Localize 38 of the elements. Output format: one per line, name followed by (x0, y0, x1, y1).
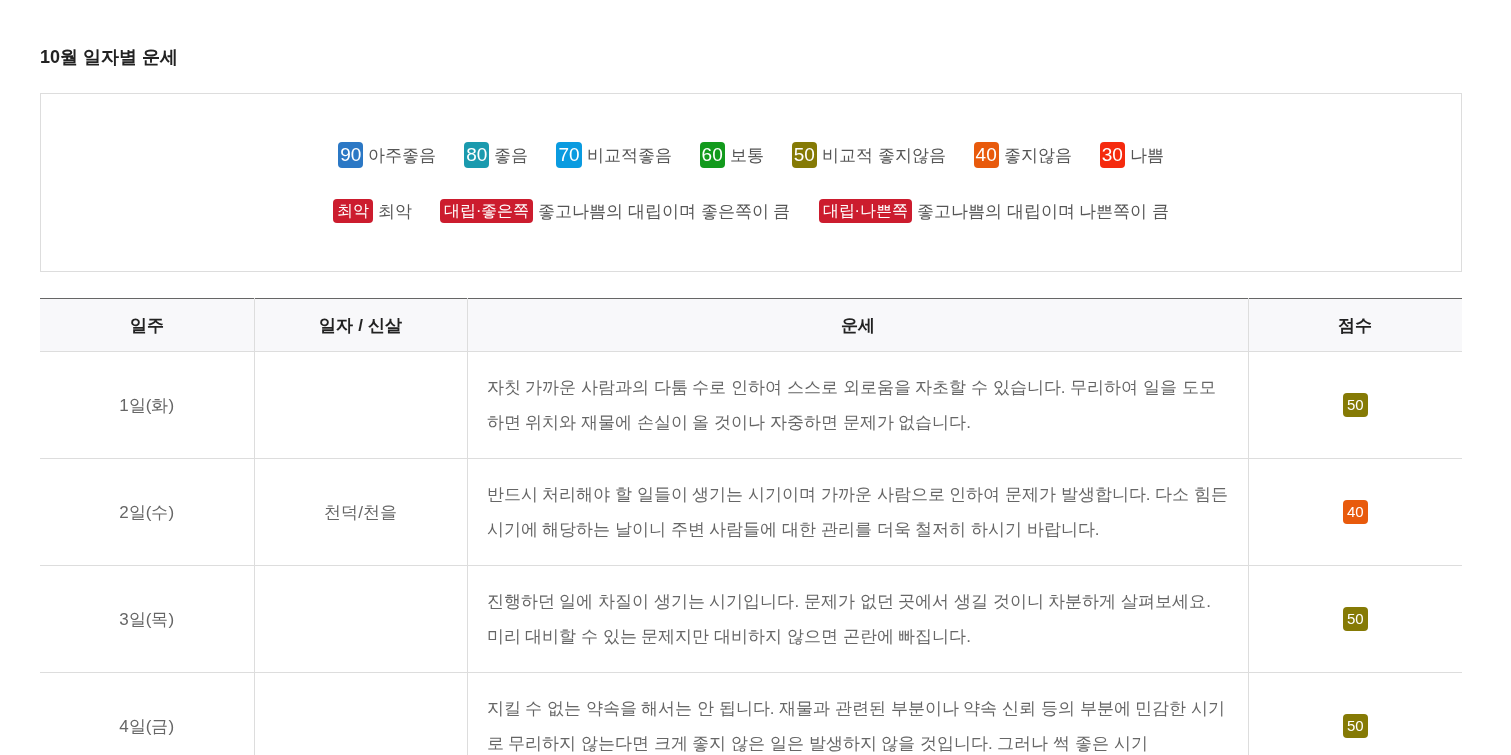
legend-label: 좋음 (494, 144, 529, 167)
legend-label: 보통 (729, 144, 764, 167)
table-cell: 반드시 처리해야 할 일들이 생기는 시기이며 가까운 사람으로 인하여 문제가 발생합니다. 다소 힘든 시기에 해당하는 날이니 주변 사람들에 대한 관리를 더욱 철저히 하시기 바랍니다. (467, 458, 1248, 566)
score-badge: 90 (338, 142, 364, 168)
legend-label: 좋고나쁨의 대립이며 나쁜쪽이 큼 (916, 200, 1169, 223)
table-cell: 천덕/천을 (254, 458, 467, 566)
score-badge: 80 (464, 142, 490, 168)
table-cell: 2일(수) (40, 458, 254, 566)
table-cell: 자칫 가까운 사람과의 다툼 수로 인하여 스스로 외로움을 자초할 수 있습니다. 무리하여 일을 도모하면 위치와 재물에 손실이 올 것이나 자중하면 문제가 없습니다. (467, 351, 1248, 459)
section-title: 10월 일자별 운세 (40, 46, 180, 69)
legend-label: 좋지않음 (1003, 144, 1072, 167)
column-header: 점수 (1248, 298, 1462, 352)
legend-label: 아주좋음 (368, 144, 437, 167)
legend-label: 좋고나쁨의 대립이며 좋은쪽이 큼 (538, 200, 791, 223)
score-badge: 30 (1099, 142, 1125, 168)
score-badge: 40 (973, 142, 999, 168)
column-header: 일주 (40, 298, 254, 352)
legend-label: 나쁨 (1129, 144, 1164, 167)
score-badge: 70 (556, 142, 582, 168)
status-badge: 대립·나쁜쪽 (818, 199, 912, 223)
score-badge: 40 (1342, 500, 1368, 524)
score-badge: 50 (1342, 393, 1368, 417)
table-cell: 진행하던 일에 차질이 생기는 시기입니다. 문제가 없던 곳에서 생길 것이니 차분하게 살펴보세요. 미리 대비할 수 있는 문제지만 대비하지 않으면 곤란에 빠집니다. (467, 565, 1248, 673)
score-badge: 50 (1342, 607, 1368, 631)
table-cell: 3일(목) (40, 565, 254, 673)
legend-label: 최악 (378, 200, 412, 223)
column-header: 일자 / 신살 (254, 298, 467, 352)
table-cell: 1일(화) (40, 351, 254, 459)
legend-label: 비교적좋음 (586, 144, 672, 167)
table-cell: 4일(금) (40, 672, 254, 755)
score-badge: 60 (699, 142, 725, 168)
column-header: 운세 (467, 298, 1248, 352)
score-badge: 50 (1342, 714, 1368, 738)
score-badge: 50 (791, 142, 817, 168)
legend-label: 비교적 좋지않음 (821, 144, 946, 167)
status-badge: 대립·좋은쪽 (440, 199, 534, 223)
table-cell: 지킬 수 없는 약속을 해서는 안 됩니다. 재물과 관련된 부분이나 약속 신뢰 등의 부분에 민감한 시기로 무리하지 않는다면 크게 좋지 않은 일은 발생하지 않을 것입니다. 그러나 썩 좋은 시기 (467, 672, 1248, 755)
status-badge: 최악 (333, 199, 373, 223)
